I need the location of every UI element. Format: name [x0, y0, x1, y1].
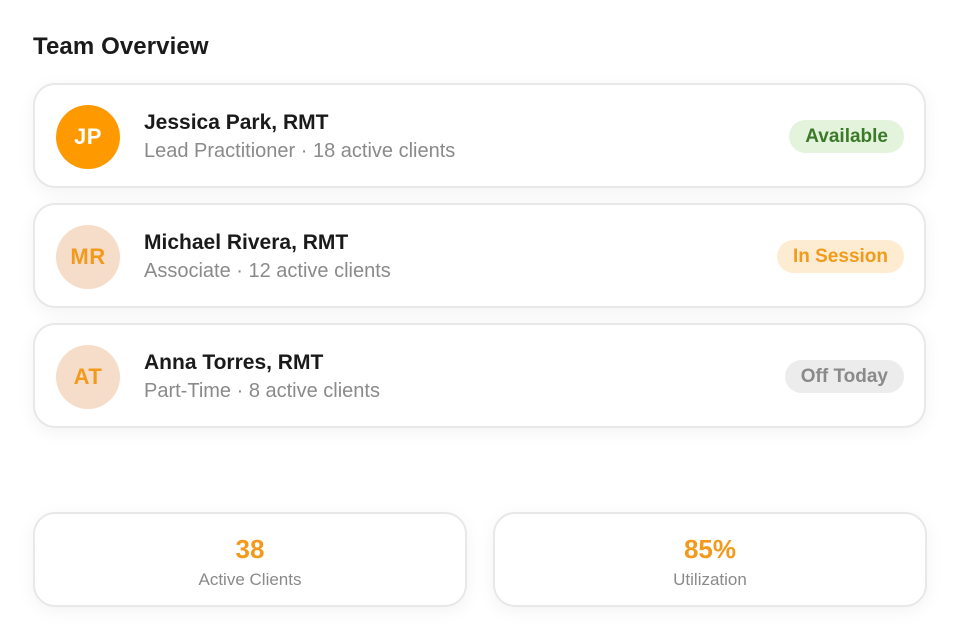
member-details: Lead Practitioner · 18 active clients — [144, 140, 456, 162]
member-name: Jessica Park, RMT — [144, 111, 329, 134]
member-details: Associate · 12 active clients — [144, 260, 391, 282]
stat-value: 38 — [235, 534, 265, 564]
team-member-card-michael-rivera[interactable]: MR Michael Rivera, RMT Associate · 12 ac… — [33, 203, 926, 308]
stat-card-utilization: 85% Utilization — [493, 512, 927, 607]
team-member-card-anna-torres[interactable]: AT Anna Torres, RMT Part-Time · 8 active… — [33, 323, 926, 428]
avatar-initials: JP — [74, 124, 102, 149]
avatar: MR — [56, 225, 120, 289]
avatar: AT — [56, 345, 120, 409]
avatar-initials: AT — [73, 364, 103, 389]
member-details: Part-Time · 8 active clients — [144, 380, 380, 402]
stat-card-active-clients: 38 Active Clients — [33, 512, 467, 607]
status-badge: Off Today — [784, 360, 904, 393]
member-name: Anna Torres, RMT — [144, 351, 324, 374]
status-badge: Available — [789, 120, 904, 153]
member-name: Michael Rivera, RMT — [144, 231, 349, 254]
status-badge: In Session — [776, 240, 904, 273]
team-overview-page: Team Overview JP Jessica Park, RMT Lead … — [0, 0, 960, 640]
avatar: JP — [56, 105, 120, 169]
stat-label: Utilization — [673, 570, 747, 589]
team-member-card-jessica-park[interactable]: JP Jessica Park, RMT Lead Practitioner ·… — [33, 83, 926, 188]
avatar-initials: MR — [70, 244, 106, 269]
stat-value: 85% — [683, 534, 737, 564]
page-title: Team Overview — [33, 33, 209, 60]
stat-label: Active Clients — [198, 570, 302, 589]
